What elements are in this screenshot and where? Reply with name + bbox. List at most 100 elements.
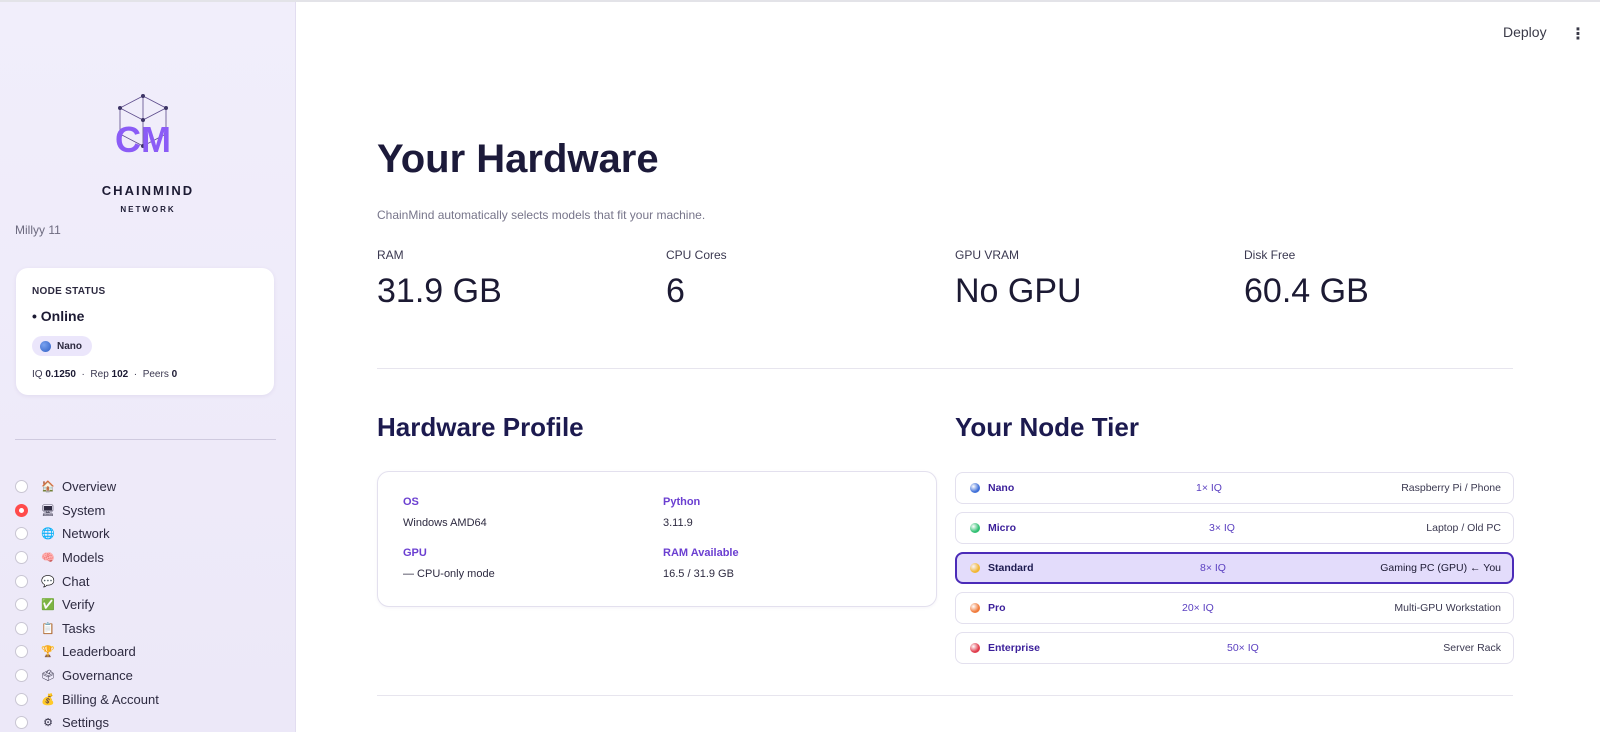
chainmind-logo-icon: CM bbox=[115, 94, 171, 160]
page-subtitle: ChainMind automatically selects models t… bbox=[377, 208, 706, 222]
metric-value: 6 bbox=[666, 272, 685, 310]
nav-radio[interactable] bbox=[15, 621, 28, 635]
node-status-card: NODE STATUS • Online Nano IQ 0.1250 · Re… bbox=[16, 268, 274, 395]
nav-radio[interactable] bbox=[15, 716, 28, 730]
python-label: Python bbox=[663, 496, 701, 508]
leaderboard-icon: 🏆 bbox=[41, 646, 55, 659]
tier-description: Multi-GPU Workstation bbox=[1394, 602, 1501, 614]
tier-name: Enterprise bbox=[988, 642, 1040, 654]
sidebar-item-label: Network bbox=[62, 526, 110, 542]
metric-label: CPU Cores bbox=[666, 248, 727, 262]
sidebar-item-overview[interactable]: 🏠 Overview bbox=[15, 475, 159, 499]
tier-iq: 8× IQ bbox=[1200, 562, 1226, 574]
standard-dot-icon bbox=[970, 563, 980, 573]
brand-subtitle: NETWORK bbox=[120, 205, 176, 214]
sidebar-item-governance[interactable]: 🗳 Governance bbox=[15, 664, 159, 688]
tier-name: Micro bbox=[988, 522, 1017, 534]
tier-row-pro: Pro 20× IQ Multi-GPU Workstation bbox=[955, 592, 1514, 624]
billing-account-icon: 💰 bbox=[41, 693, 55, 706]
tier-description: Gaming PC (GPU) ← You bbox=[1380, 562, 1501, 574]
page-title: Your Hardware bbox=[377, 137, 659, 181]
os-label: OS bbox=[403, 496, 419, 508]
stats-separator: · bbox=[81, 369, 85, 380]
tier-row-micro: Micro 3× IQ Laptop / Old PC bbox=[955, 512, 1514, 544]
metric-label: GPU VRAM bbox=[955, 248, 1020, 262]
sidebar-item-verify[interactable]: ✅ Verify bbox=[15, 593, 159, 617]
sidebar-item-billing-account[interactable]: 💰 Billing & Account bbox=[15, 687, 159, 711]
metric-value: No GPU bbox=[955, 272, 1082, 310]
sidebar-item-network[interactable]: 🌐 Network bbox=[15, 522, 159, 546]
nav-radio[interactable] bbox=[15, 551, 28, 565]
tier-row-nano: Nano 1× IQ Raspberry Pi / Phone bbox=[955, 472, 1514, 504]
python-value: 3.11.9 bbox=[663, 517, 693, 529]
sidebar-item-system[interactable]: 🖥 System bbox=[15, 499, 159, 523]
nav-radio[interactable] bbox=[15, 574, 28, 588]
username: Millyy 11 bbox=[15, 223, 61, 237]
nav-radio[interactable] bbox=[15, 598, 28, 612]
deploy-button[interactable]: Deploy bbox=[1503, 24, 1547, 40]
iq-label: IQ bbox=[32, 369, 43, 380]
metric-label: Disk Free bbox=[1244, 248, 1296, 262]
stats-separator: · bbox=[133, 369, 138, 380]
sidebar-item-label: Settings bbox=[62, 715, 109, 731]
sidebar-item-label: Overview bbox=[62, 479, 117, 495]
nav-radio[interactable] bbox=[15, 480, 28, 494]
sidebar-item-chat[interactable]: 💬 Chat bbox=[15, 569, 159, 593]
sidebar-nav: 🏠 Overview 🖥 System 🌐 Network 🧠 Models 💬 Chat ✅ Ver… bbox=[15, 475, 159, 735]
settings-icon: ⚙ bbox=[43, 717, 53, 730]
tasks-icon: 📋 bbox=[41, 622, 55, 635]
peers-label: Peers bbox=[142, 369, 169, 380]
main-menu-icon[interactable]: ⋮ bbox=[1570, 24, 1586, 44]
nano-dot-icon bbox=[40, 340, 51, 352]
tier-name: Standard bbox=[988, 562, 1034, 574]
nav-radio[interactable] bbox=[15, 645, 28, 659]
sidebar-item-models[interactable]: 🧠 Models bbox=[15, 546, 159, 570]
profile-os: OS Windows AMD64 bbox=[403, 496, 487, 529]
sidebar-item-label: Governance bbox=[62, 668, 133, 684]
tier-iq: 1× IQ bbox=[1196, 482, 1222, 494]
metric-ram: RAM 31.9 GB bbox=[377, 248, 637, 311]
tier-iq: 50× IQ bbox=[1227, 642, 1259, 654]
sidebar: CM CHAINMIND NETWORK Millyy 11 NODE STAT… bbox=[0, 2, 296, 732]
sidebar-item-settings[interactable]: ⚙ Settings bbox=[15, 711, 159, 735]
sidebar-item-leaderboard[interactable]: 🏆 Leaderboard bbox=[15, 640, 159, 664]
sidebar-item-label: Chat bbox=[62, 573, 90, 589]
nav-radio[interactable] bbox=[15, 669, 28, 683]
gpu-label: GPU bbox=[403, 547, 427, 559]
tier-name: Nano bbox=[988, 482, 1015, 494]
node-status-title: NODE STATUS bbox=[32, 286, 106, 297]
profile-ram-available: RAM Available 16.5 / 31.9 GB bbox=[663, 547, 739, 580]
sidebar-item-label: Leaderboard bbox=[62, 644, 136, 660]
svg-text:CM: CM bbox=[115, 119, 171, 160]
overview-icon: 🏠 bbox=[41, 481, 55, 494]
profile-python: Python 3.11.9 bbox=[663, 496, 700, 529]
chat-icon: 💬 bbox=[41, 575, 55, 588]
metric-label: RAM bbox=[377, 248, 404, 262]
sidebar-item-tasks[interactable]: 📋 Tasks bbox=[15, 617, 159, 641]
ram-available-value: 16.5 / 31.9 GB bbox=[663, 568, 734, 580]
pro-dot-icon bbox=[970, 603, 980, 613]
metric-disk-free: Disk Free 60.4 GB bbox=[1244, 248, 1504, 311]
profile-gpu: GPU — CPU-only mode bbox=[403, 547, 495, 580]
sidebar-item-label: Tasks bbox=[62, 620, 96, 636]
rep-label: Rep bbox=[90, 369, 109, 380]
metric-value: 60.4 GB bbox=[1244, 272, 1369, 310]
metric-gpu-vram: GPU VRAM No GPU bbox=[955, 248, 1215, 311]
nano-dot-icon bbox=[970, 483, 980, 493]
peers-value: 0 bbox=[171, 369, 178, 380]
nav-radio[interactable] bbox=[15, 692, 28, 706]
gpu-value: — CPU-only mode bbox=[403, 568, 495, 580]
hardware-profile-heading: Hardware Profile bbox=[377, 412, 584, 442]
nav-radio[interactable] bbox=[15, 503, 28, 517]
metric-cpu-cores: CPU Cores 6 bbox=[666, 248, 926, 311]
sidebar-item-label: System bbox=[62, 502, 106, 518]
network-icon: 🌐 bbox=[41, 528, 55, 541]
tier-name: Pro bbox=[988, 602, 1006, 614]
micro-dot-icon bbox=[970, 523, 980, 533]
tier-row-enterprise: Enterprise 50× IQ Server Rack bbox=[955, 632, 1514, 664]
sidebar-item-label: Models bbox=[62, 550, 104, 566]
enterprise-dot-icon bbox=[970, 643, 980, 653]
nav-radio[interactable] bbox=[15, 527, 28, 541]
governance-icon: 🗳 bbox=[41, 670, 55, 683]
tier-description: Raspberry Pi / Phone bbox=[1401, 482, 1501, 494]
